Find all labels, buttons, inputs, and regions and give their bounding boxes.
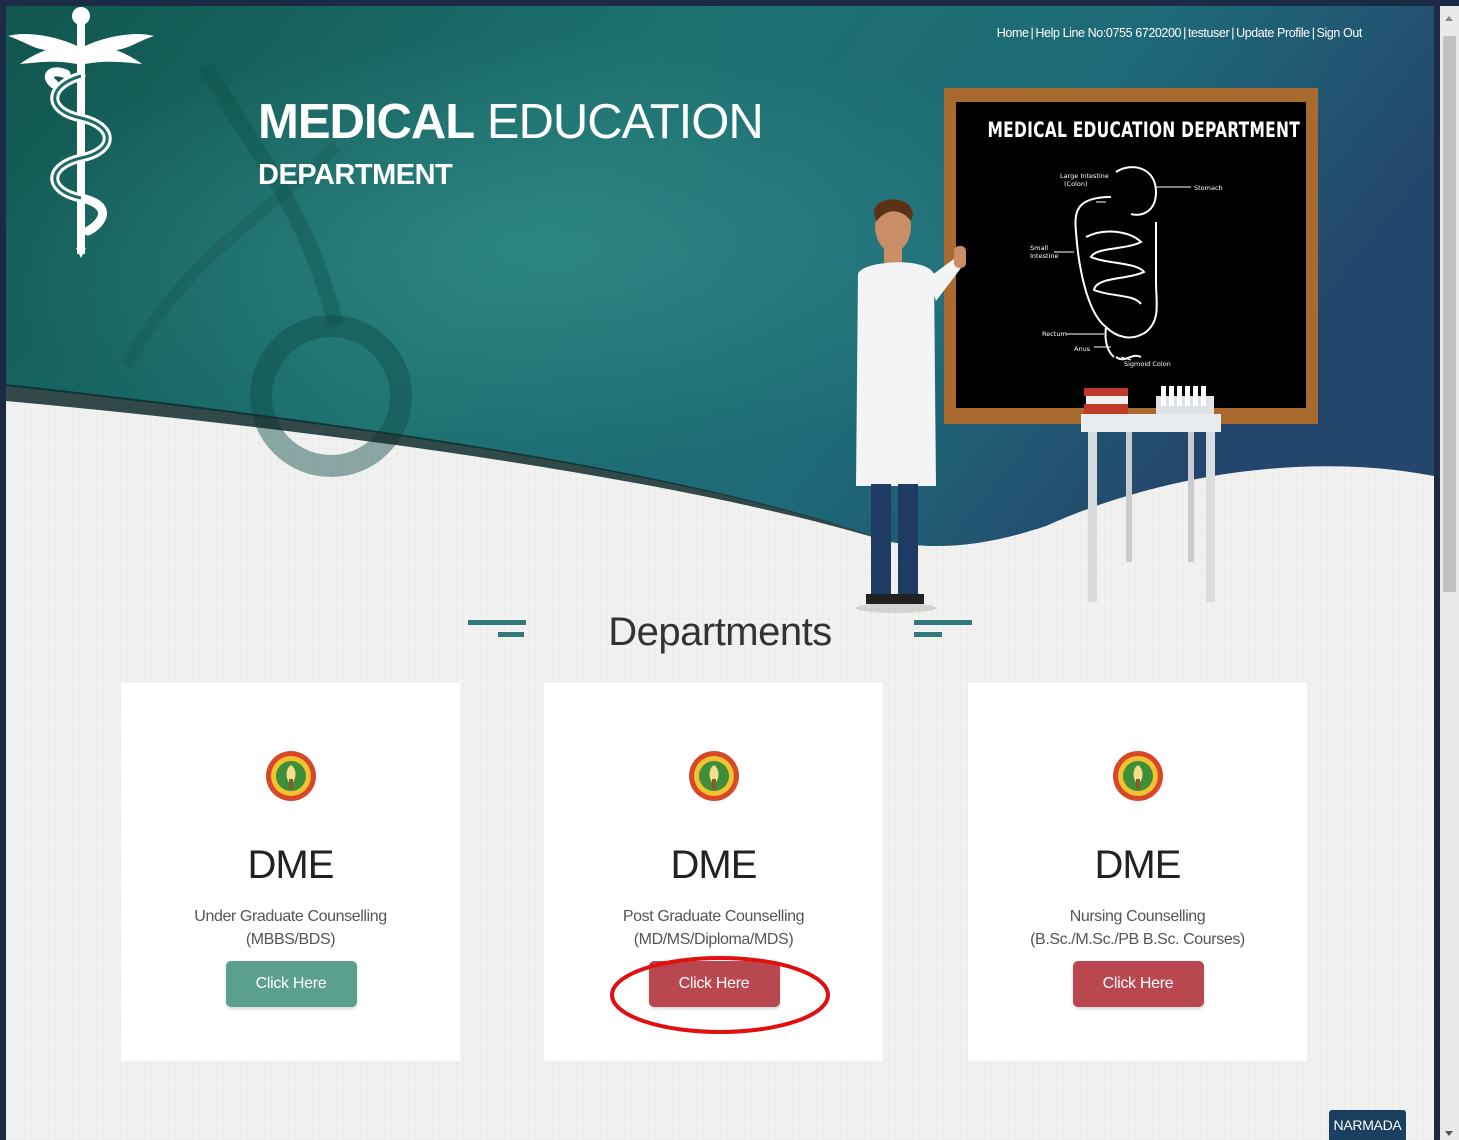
vertical-scrollbar[interactable]: [1440, 6, 1459, 1140]
top-nav-links: Home | Help Line No:0755 6720200 | testuser |…: [996, 26, 1363, 40]
sign-out-link[interactable]: Sign Out: [1317, 26, 1363, 40]
card-org-name: DME: [247, 843, 335, 887]
card-desc-line2: (MD/MS/Diploma/MDS): [633, 931, 794, 948]
narmada-badge[interactable]: NARMADA: [1329, 1110, 1406, 1140]
card-desc-line2: (MBBS/BDS): [245, 931, 336, 948]
brand-title: MEDICAL EDUCATION DEPARTMENT: [258, 95, 764, 192]
username-link[interactable]: testuser: [1188, 26, 1230, 40]
page-frame: MEDICAL EDUCATION DEPARTMENT Home | Help L…: [6, 6, 1434, 1140]
scroll-down-icon[interactable]: [1445, 1131, 1453, 1136]
brand-bold: MEDICAL: [258, 95, 475, 149]
nursing-click-here-button[interactable]: Click Here: [1072, 961, 1204, 1007]
title-decoration-right: [914, 620, 972, 642]
mp-government-seal-icon: [1112, 751, 1163, 801]
scroll-up-icon[interactable]: [1445, 16, 1453, 21]
card-desc-line1: Nursing Counselling: [1069, 908, 1206, 925]
card-description: Nursing Counselling (B.Sc./M.Sc./PB B.Sc…: [968, 905, 1307, 951]
department-card-pg: DME Post Graduate Counselling (MD/MS/Dip…: [544, 683, 883, 1061]
home-link[interactable]: Home: [997, 26, 1029, 40]
brand-light: EDUCATION: [486, 95, 764, 149]
helpline-text: Help Line No:0755 6720200: [1035, 26, 1182, 40]
departments-heading: Departments: [608, 610, 832, 654]
ug-click-here-button[interactable]: Click Here: [225, 961, 357, 1007]
card-desc-line1: Under Graduate Counselling: [194, 908, 387, 925]
card-desc-line1: Post Graduate Counselling: [622, 908, 805, 925]
card-description: Post Graduate Counselling (MD/MS/Diploma…: [544, 905, 883, 951]
mp-government-seal-icon: [688, 751, 739, 801]
department-card-ug: DME Under Graduate Counselling (MBBS/BDS…: [121, 683, 460, 1061]
mp-government-seal-icon: [265, 751, 316, 801]
card-desc-line2: (B.Sc./M.Sc./PB B.Sc. Courses): [1030, 931, 1245, 948]
brand-subtitle: DEPARTMENT: [258, 159, 453, 191]
scrollbar-thumb[interactable]: [1443, 36, 1456, 592]
card-org-name: DME: [1094, 843, 1182, 887]
pg-click-here-button[interactable]: Click Here: [648, 961, 780, 1007]
update-profile-link[interactable]: Update Profile: [1236, 26, 1310, 40]
hero-banner: MEDICAL EDUCATION DEPARTMENT Home | Help L…: [6, 6, 1434, 613]
caduceus-logo-icon: [8, 7, 154, 258]
department-card-nursing: DME Nursing Counselling (B.Sc./M.Sc./PB …: [968, 683, 1307, 1061]
card-org-name: DME: [670, 843, 758, 887]
card-description: Under Graduate Counselling (MBBS/BDS): [121, 905, 460, 951]
doctor-illustration-icon: [856, 199, 1221, 613]
